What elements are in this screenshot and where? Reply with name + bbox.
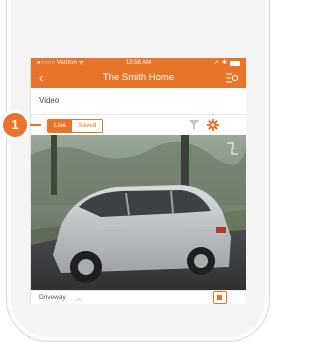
live-video-feed[interactable] (31, 135, 246, 290)
section-header: Video (31, 88, 246, 115)
battery-icon (230, 60, 240, 66)
camera-name: Driveway (39, 294, 66, 301)
filter-icon[interactable] (189, 120, 199, 130)
chevron-up-icon[interactable]: ︿ (75, 293, 82, 303)
bluetooth-icon: ✱ (221, 60, 227, 66)
section-label: Video (39, 96, 60, 105)
callout-badge: 1 (3, 113, 27, 137)
tab-live[interactable]: Live (48, 120, 72, 132)
status-bar: ●○○○○ Verizon ᯤ 10:58 AM ➚ ✱ (31, 58, 246, 68)
page-title: The Smith Home (102, 72, 175, 83)
tab-saved[interactable]: Saved (71, 120, 103, 132)
menu-icon[interactable] (226, 72, 238, 84)
video-toolbar: Live Saved (31, 115, 246, 136)
nav-bar: ‹ The Smith Home (31, 68, 246, 88)
status-icons: ➚ ✱ (214, 58, 240, 68)
gear-icon[interactable] (207, 119, 219, 131)
camera-selector[interactable]: Driveway ︿ (31, 290, 246, 304)
record-button[interactable] (213, 291, 227, 304)
callout-line (27, 124, 41, 126)
app-screen: ●○○○○ Verizon ᯤ 10:58 AM ➚ ✱ ‹ The Smith… (30, 58, 246, 304)
live-saved-toggle: Live Saved (47, 119, 104, 133)
location-icon: ➚ (213, 60, 219, 66)
